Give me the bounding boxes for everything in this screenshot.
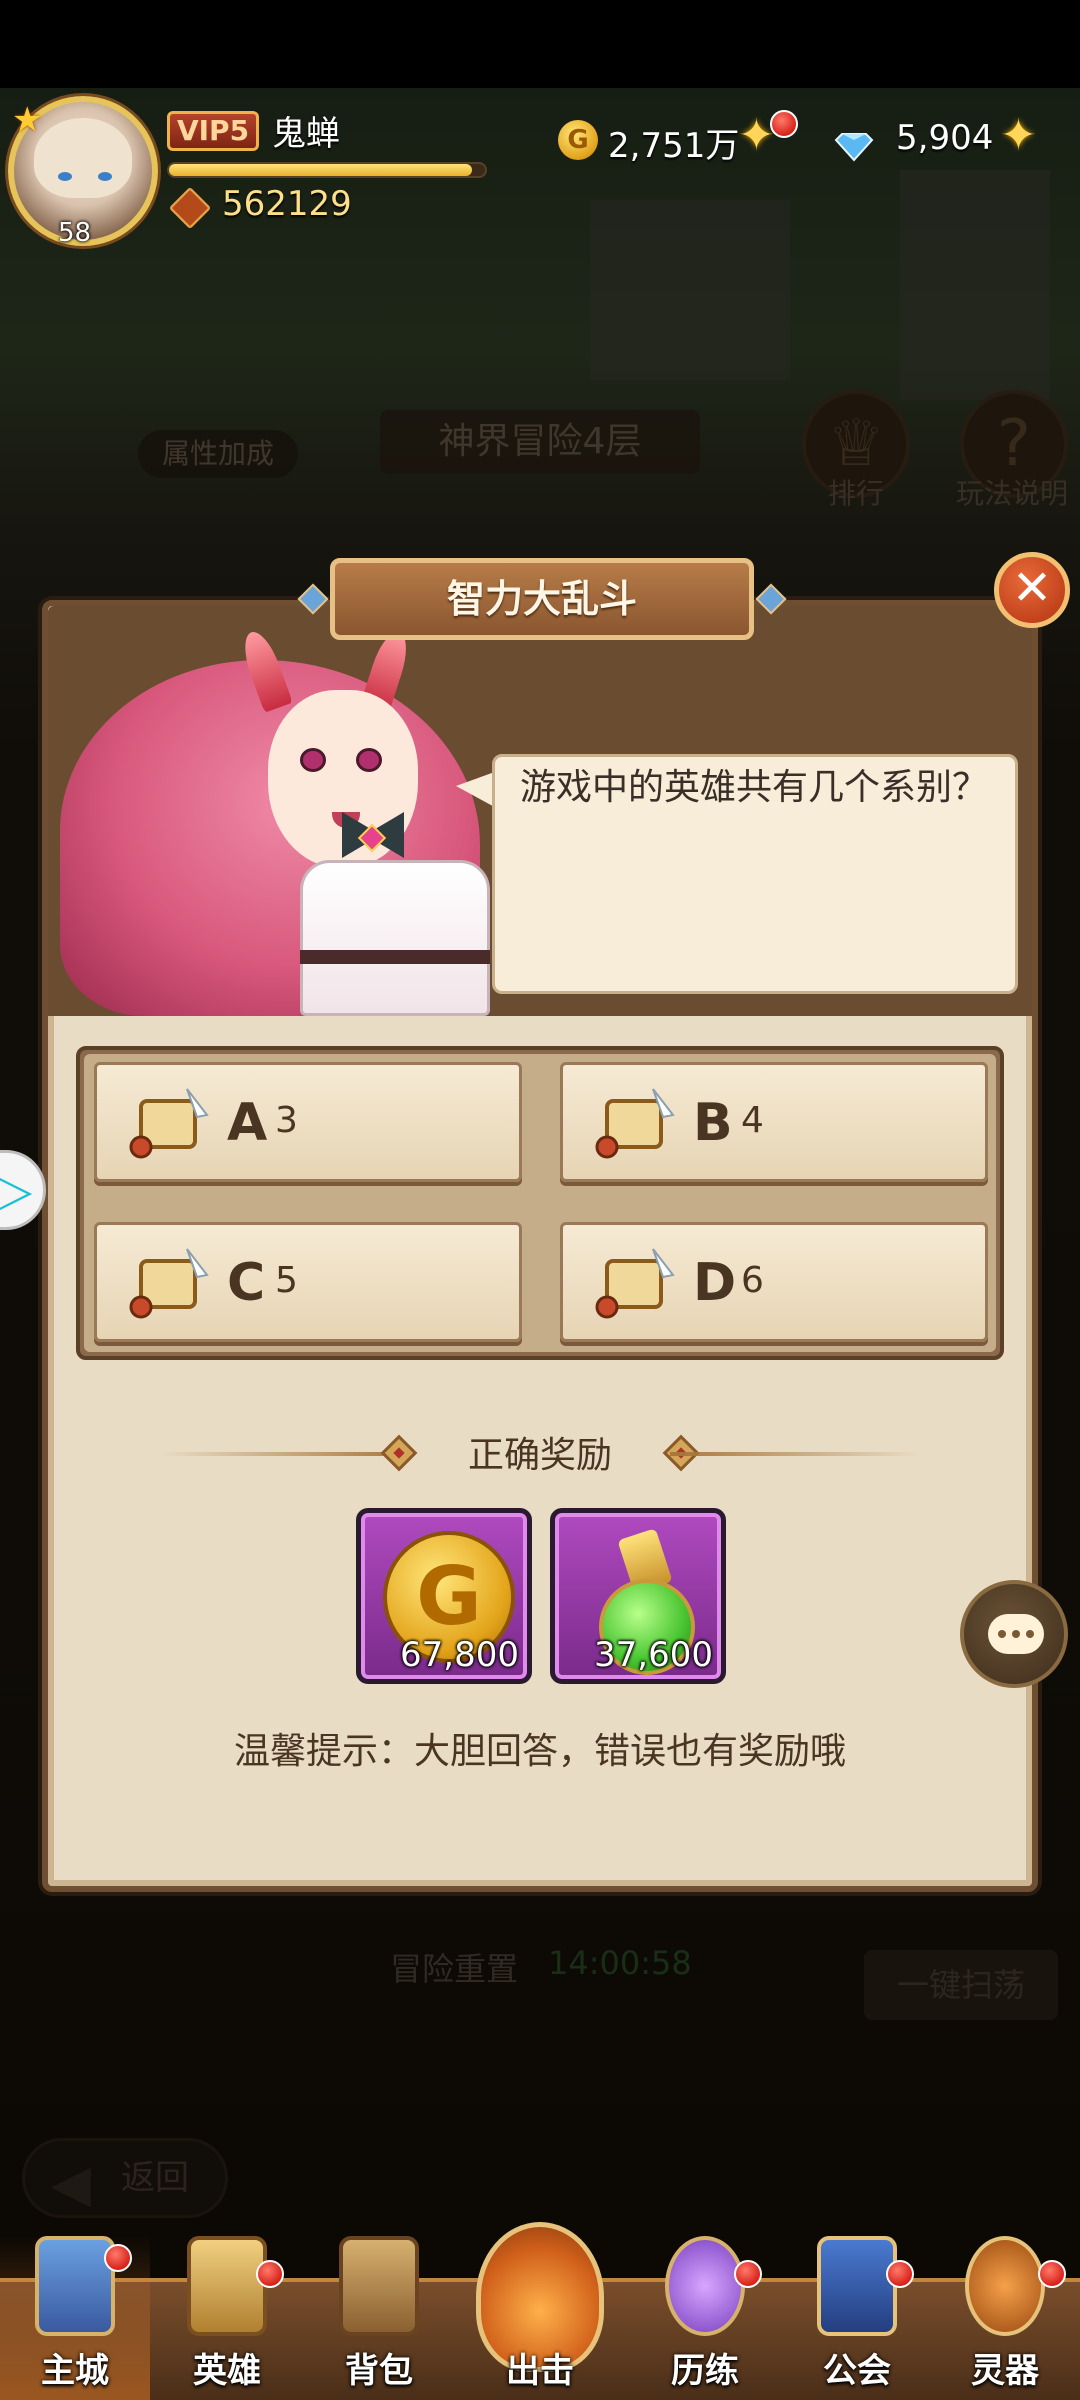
scroll-icon: [595, 1088, 675, 1159]
hero-helmet-icon: [187, 2236, 267, 2336]
nav-label: 英雄: [193, 2351, 261, 2391]
answer-c-button[interactable]: C 5: [94, 1222, 522, 1342]
add-gems-button[interactable]: ✦: [1000, 114, 1037, 158]
answer-value: 6: [741, 1260, 764, 1301]
nav-label: 灵器: [971, 2351, 1039, 2391]
vip-badge[interactable]: VIP5: [167, 111, 259, 151]
nav-training[interactable]: 历练: [630, 2236, 780, 2400]
reward-amount: 37,600: [594, 1635, 713, 1675]
nav-label: 出击: [506, 2351, 574, 2391]
status-bar: [0, 0, 1080, 88]
answer-value: 3: [275, 1100, 298, 1141]
guild-shield-icon: [817, 2236, 897, 2336]
exp-bar: [167, 162, 487, 178]
nav-main-city[interactable]: 主城: [0, 2236, 150, 2400]
gem-amount: 5,904: [896, 118, 994, 158]
scroll-icon: [129, 1248, 209, 1319]
answer-a-button[interactable]: A 3: [94, 1062, 522, 1182]
character-eye: [300, 748, 326, 772]
answer-value: 4: [741, 1100, 764, 1141]
notification-dot: [1038, 2260, 1066, 2288]
answer-d-button[interactable]: D 6: [560, 1222, 988, 1342]
nav-label: 背包: [345, 2351, 413, 2391]
nav-battle[interactable]: 出击: [462, 2222, 618, 2400]
nav-label: 历练: [671, 2351, 739, 2391]
avatar-eye: [58, 172, 72, 181]
avatar-hair: [34, 118, 132, 198]
character-belt: [300, 950, 490, 964]
nav-label: 公会: [823, 2351, 891, 2391]
close-icon: ✕: [1011, 560, 1053, 616]
gold-coin-icon: G: [558, 120, 598, 160]
reward-title: 正确奖励: [467, 1435, 612, 1476]
scroll-icon: [129, 1088, 209, 1159]
divider-line: [670, 1452, 920, 1456]
player-name: 鬼蝉: [272, 114, 340, 154]
notification-dot: [770, 110, 798, 138]
close-button[interactable]: ✕: [994, 552, 1070, 628]
arrow-right-icon: ▷: [0, 1163, 33, 1217]
castle-icon: [35, 2236, 115, 2336]
nav-heroes[interactable]: 英雄: [152, 2236, 302, 2400]
reward-item-potion[interactable]: 37,600: [550, 1508, 726, 1684]
hint-text: 温馨提示：大胆回答，错误也有奖励哦: [233, 1731, 846, 1772]
backpack-icon: [339, 2236, 419, 2336]
rank-star-icon: ★: [12, 100, 43, 140]
reward-item-gold[interactable]: G 67,800: [356, 1508, 532, 1684]
chat-bubble-icon: [988, 1614, 1044, 1654]
character-eye: [356, 748, 382, 772]
scroll-icon: [595, 1248, 675, 1319]
notification-dot: [256, 2260, 284, 2288]
answer-letter: C: [227, 1253, 266, 1313]
answer-letter: D: [693, 1253, 737, 1313]
gold-amount: 2,751万: [608, 126, 740, 166]
answer-value: 5: [275, 1260, 298, 1301]
answer-letter: A: [227, 1093, 268, 1153]
character-dress: [300, 860, 490, 1016]
chat-button[interactable]: [960, 1580, 1068, 1688]
answer-letter: B: [693, 1093, 733, 1153]
divider-line: [160, 1452, 410, 1456]
notification-dot: [734, 2260, 762, 2288]
combat-power: 562129: [222, 184, 352, 224]
nav-label: 主城: [41, 2351, 109, 2391]
nav-artifact[interactable]: 灵器: [930, 2236, 1080, 2400]
reward-amount: 67,800: [400, 1635, 519, 1675]
answer-b-button[interactable]: B 4: [560, 1062, 988, 1182]
player-level: 58: [58, 218, 92, 248]
quiz-question: 游戏中的英雄共有几个系别？: [520, 767, 989, 808]
avatar-eye: [98, 172, 112, 181]
notification-dot: [886, 2260, 914, 2288]
nav-backpack[interactable]: 背包: [304, 2236, 454, 2400]
exp-bar-fill: [169, 164, 473, 176]
artifact-icon: [965, 2236, 1045, 2336]
notification-dot: [104, 2244, 132, 2272]
training-orb-icon: [665, 2236, 745, 2336]
nav-guild[interactable]: 公会: [782, 2236, 932, 2400]
modal-title: 智力大乱斗: [330, 558, 754, 640]
diamond-icon: [834, 133, 874, 162]
